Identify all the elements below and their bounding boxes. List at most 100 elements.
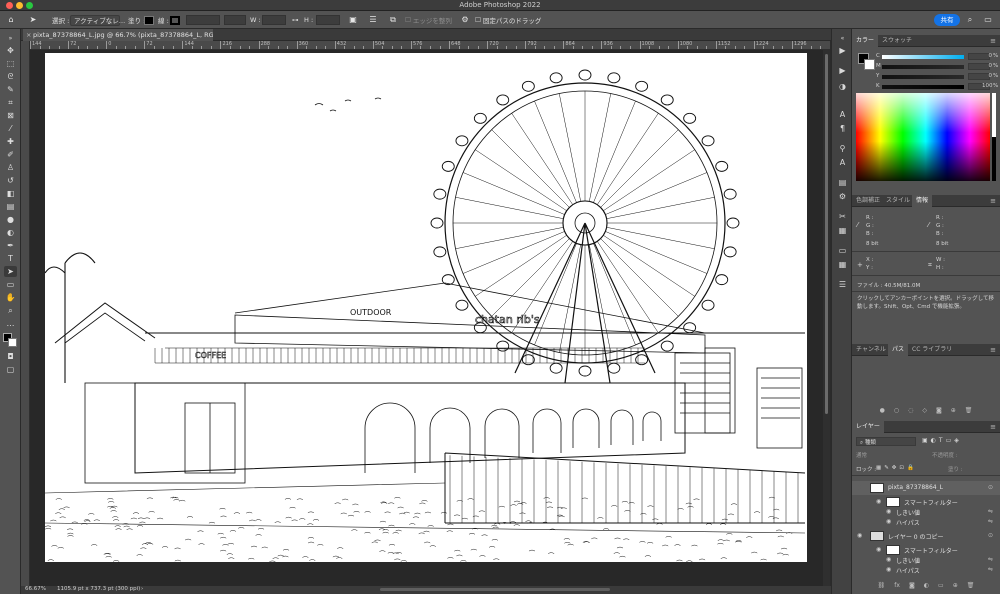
quick-mask-icon[interactable]: ◘ xyxy=(4,351,17,362)
layers-panel-menu-icon[interactable]: ≡ xyxy=(990,421,996,433)
screen-mode-icon[interactable]: ▢ xyxy=(4,364,17,375)
document-canvas[interactable]: OUTDOOR chatan rib's COFFEE xyxy=(45,53,807,562)
hand-tool-icon[interactable]: ✋ xyxy=(4,292,17,303)
slider-y[interactable]: Y 0 % xyxy=(876,73,998,81)
adjustment-layer-icon[interactable]: ◐ xyxy=(924,582,929,592)
slider-c[interactable]: C 0 % xyxy=(876,53,998,61)
frame-tool-icon[interactable]: ⊠ xyxy=(4,110,17,121)
path-operations-icon[interactable]: ▣ xyxy=(348,15,358,25)
pen-tool-icon[interactable]: ✒ xyxy=(4,240,17,251)
slider-k[interactable]: K 100 % xyxy=(876,83,998,91)
slider-m[interactable]: M 0 % xyxy=(876,63,998,71)
visibility-toggle[interactable]: ◉ xyxy=(886,556,891,563)
panel-menu-icon[interactable]: ≡ xyxy=(990,35,996,47)
lock-icons[interactable]: ▦✎✥⊡🔒 xyxy=(876,465,917,471)
filter-name[interactable]: スマートフィルター xyxy=(904,498,958,507)
libraries-icon[interactable]: ▤ xyxy=(837,177,848,188)
fixed-path-drag-checkbox[interactable]: ☐ 固定パスのドラッグ xyxy=(475,14,541,26)
filter-row[interactable]: ◉ しきい値 ⇋ xyxy=(852,507,1000,517)
vertical-scrollbar[interactable] xyxy=(823,50,830,587)
tab-info[interactable]: 情報 xyxy=(912,195,933,207)
slider-y-track[interactable] xyxy=(882,75,964,79)
new-group-icon[interactable]: ▭ xyxy=(938,582,944,592)
blend-mode-dropdown[interactable]: 通常 xyxy=(856,451,867,459)
filter-options-icon[interactable]: ⇋ xyxy=(988,508,993,515)
link-layers-icon[interactable]: ⛓ xyxy=(878,582,886,592)
tab-styles[interactable]: スタイル xyxy=(882,195,914,207)
delete-layer-icon[interactable]: 🗑 xyxy=(967,582,975,592)
crop-tool-icon[interactable]: ⌗ xyxy=(4,97,17,108)
marquee-tool-icon[interactable]: ⬚ xyxy=(4,58,17,69)
glyphs-panel-icon[interactable]: ⚲ xyxy=(837,143,848,154)
filter-row[interactable]: ◉ ハイパス ⇋ xyxy=(852,565,1000,575)
stroke-type-dropdown[interactable] xyxy=(224,15,246,25)
horizontal-ruler[interactable]: 144 72 0 72 144 216 288 360 432 504 576 648 720 792 86… xyxy=(30,41,830,50)
lasso-tool-icon[interactable]: ᘓ xyxy=(4,71,17,82)
workspace-icon[interactable]: ▭ xyxy=(983,15,993,25)
filter-row[interactable]: ◉ ハイパス ⇋ xyxy=(852,517,1000,527)
tab-color[interactable]: カラー xyxy=(852,35,879,47)
home-icon[interactable]: ⌂ xyxy=(6,15,16,25)
paths-panel-menu-icon[interactable]: ≡ xyxy=(990,344,996,356)
slider-m-track[interactable] xyxy=(882,65,964,69)
clone-source-icon[interactable]: ▦ xyxy=(837,225,848,236)
edge-align-checkbox[interactable]: ☐ エッジを整列 xyxy=(405,14,452,26)
eyedropper-tool-icon[interactable]: ⁄ xyxy=(4,123,17,134)
visibility-toggle[interactable]: ◉ xyxy=(857,532,862,539)
close-tab-icon[interactable]: × xyxy=(26,29,31,41)
stroke-swatch[interactable] xyxy=(170,14,180,26)
tab-paths[interactable]: パス xyxy=(888,344,909,356)
layer-kind-filter[interactable]: ⌕ 種類 xyxy=(856,437,916,446)
link-dimensions-icon[interactable]: ⊶ xyxy=(292,14,299,26)
blur-tool-icon[interactable]: ● xyxy=(4,214,17,225)
layer-row[interactable]: ◉ レイヤー 0 のコピー ⊙ xyxy=(852,529,1000,543)
clone-stamp-tool-icon[interactable]: ♙ xyxy=(4,162,17,173)
filter-name[interactable]: しきい値 xyxy=(896,508,920,517)
collapse-panels-icon[interactable]: « xyxy=(837,33,848,44)
path-alignment-icon[interactable]: ☰ xyxy=(368,15,378,25)
timeline-icon[interactable]: ☰ xyxy=(837,279,848,290)
tab-swatches[interactable]: スウォッチ xyxy=(878,35,916,47)
share-button[interactable]: 共有 xyxy=(934,14,960,26)
width-field[interactable] xyxy=(262,15,286,25)
tool-presets-icon[interactable]: ▭ xyxy=(837,245,848,256)
path-arrangement-icon[interactable]: ⧉ xyxy=(388,15,398,25)
path-selection-tool-icon[interactable]: ➤ xyxy=(28,15,38,25)
character-panel-icon[interactable]: A xyxy=(837,109,848,120)
layer-row[interactable]: ◉ pixta_87378864_L ⊙ xyxy=(852,481,1000,495)
play-action-icon[interactable]: ▶ xyxy=(837,45,848,56)
visibility-toggle[interactable]: ◉ xyxy=(886,518,891,525)
background-color-chip[interactable] xyxy=(864,59,875,70)
character-styles-icon[interactable]: A xyxy=(837,157,848,168)
rectangle-tool-icon[interactable]: ▭ xyxy=(4,279,17,290)
layer-name[interactable]: pixta_87378864_L xyxy=(888,484,943,491)
visibility-toggle[interactable]: ◉ xyxy=(857,484,862,491)
spectrum-swatches[interactable] xyxy=(992,93,996,181)
delete-path-icon[interactable]: 🗑 xyxy=(965,407,973,417)
healing-brush-tool-icon[interactable]: ✚ xyxy=(4,136,17,147)
paragraph-panel-icon[interactable]: ¶ xyxy=(837,123,848,134)
filter-name[interactable]: ハイパス xyxy=(896,566,920,575)
dodge-tool-icon[interactable]: ◐ xyxy=(4,227,17,238)
toolbar-collapse-icon[interactable]: » xyxy=(4,33,17,44)
zoom-tool-icon[interactable]: ⌕ xyxy=(4,305,17,316)
add-mask-icon[interactable]: ◙ xyxy=(936,407,942,417)
properties-icon[interactable]: ⚙ xyxy=(837,191,848,202)
visibility-toggle[interactable]: ◉ xyxy=(876,546,881,553)
filter-options-icon[interactable]: ⇋ xyxy=(988,566,993,573)
color-spectrum[interactable] xyxy=(856,93,990,181)
brushes-icon[interactable]: ✂ xyxy=(837,211,848,222)
stroke-width-field[interactable] xyxy=(186,15,220,25)
filter-name[interactable]: しきい値 xyxy=(896,556,920,565)
layer-filter-icons[interactable]: ▣◐T▭◈ xyxy=(922,437,962,444)
horizontal-scrollbar[interactable] xyxy=(380,588,610,591)
tab-channels[interactable]: チャンネル xyxy=(852,344,890,356)
status-menu-icon[interactable]: › xyxy=(141,586,143,592)
search-icon[interactable]: ⌕ xyxy=(965,15,975,25)
layer-name[interactable]: レイヤー 0 のコピー xyxy=(888,532,943,541)
info-panel-menu-icon[interactable]: ≡ xyxy=(990,195,996,207)
path-selection-tool-icon[interactable]: ➤ xyxy=(4,266,17,277)
brush-tool-icon[interactable]: ✐ xyxy=(4,149,17,160)
tab-cc-libraries[interactable]: CC ライブラリ xyxy=(908,344,956,356)
slider-k-track[interactable] xyxy=(882,85,964,89)
